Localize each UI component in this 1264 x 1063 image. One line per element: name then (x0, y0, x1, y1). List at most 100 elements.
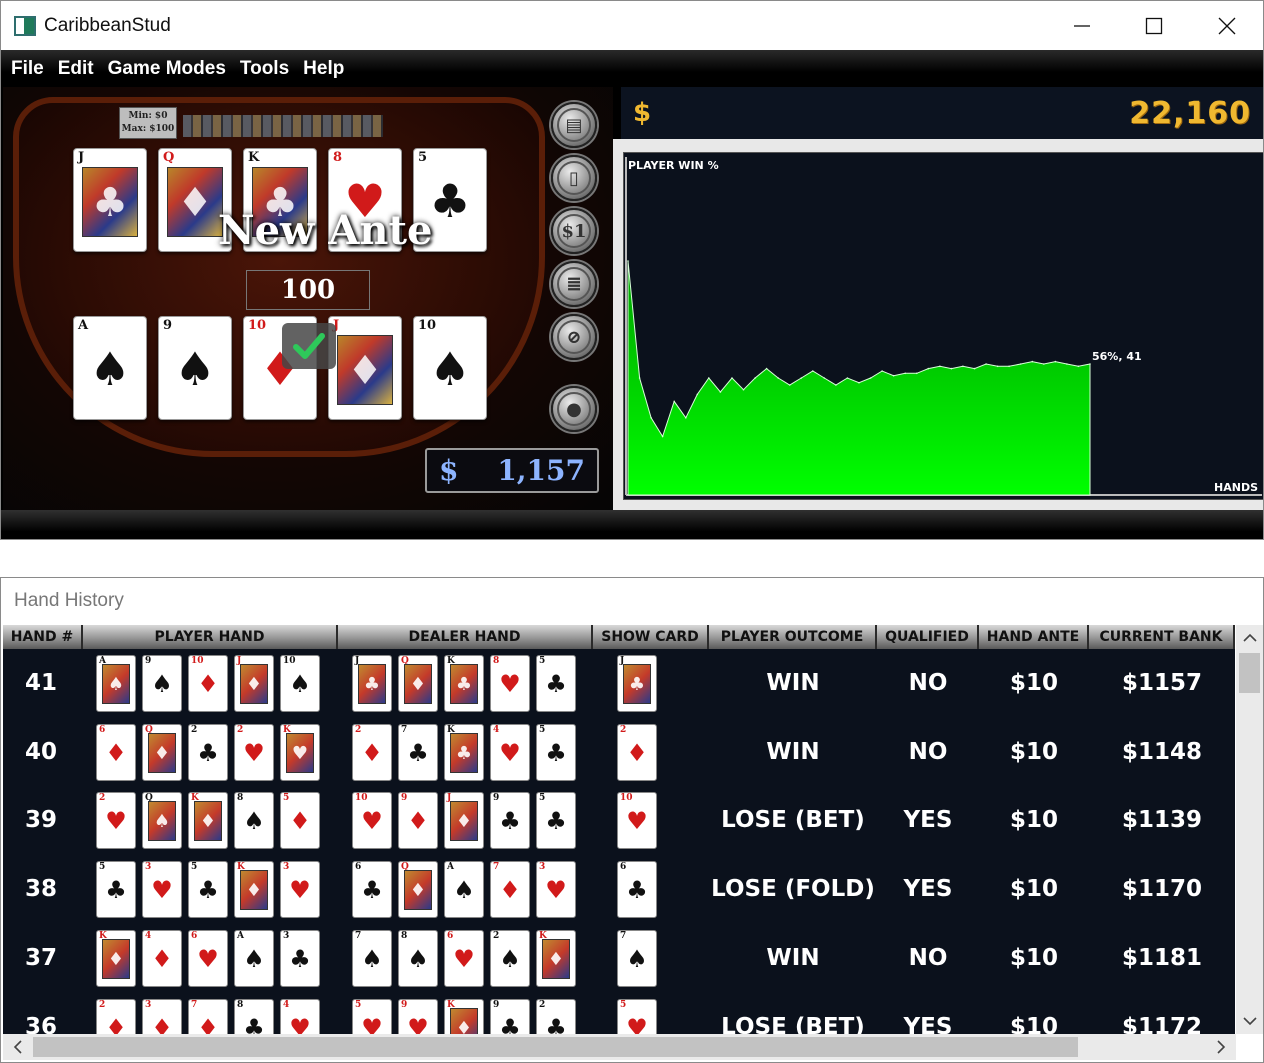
chart-point (812, 370, 814, 372)
chart-point (708, 377, 710, 379)
col-qualified[interactable]: QUALIFIED (877, 625, 979, 649)
dealer-card: J ♣ (73, 148, 147, 252)
mini-card-rank: 9 (493, 999, 500, 1010)
chart-point (996, 365, 999, 368)
mini-card-rank: 10 (355, 793, 368, 804)
mini-card-suit: ♥ (289, 1013, 311, 1035)
chart-point (696, 393, 699, 396)
table-row[interactable]: 40 WIN NO $10 $1148 6 ♦ Q ♦ 2 ♣ 2 ♥ K ♥ 2 ♦ 7 ♣ K ♣ 4 ♥ 5 ♣ 2 ♦ (3, 718, 1235, 786)
ante-cell: $10 (1009, 1013, 1058, 1035)
chart-title: PLAYER WIN % (628, 159, 719, 172)
mini-card-suit: ♣ (545, 738, 567, 767)
mini-card-rank: 5 (283, 793, 290, 804)
mini-card: 9 ♦ (398, 792, 438, 850)
mini-card-suit: ♦ (289, 807, 311, 836)
bet-one-button[interactable]: $1 (551, 208, 597, 254)
chart-point (1066, 363, 1068, 365)
chart-point (1089, 363, 1091, 365)
scroll-down-button[interactable] (1236, 1010, 1263, 1032)
mini-card: J ♦ (444, 792, 484, 850)
menu-edit[interactable]: Edit (58, 58, 94, 80)
mini-card-suit: ♥ (499, 738, 521, 767)
mini-card-suit: ♠ (148, 801, 176, 842)
mini-card-suit: ♥ (151, 876, 173, 905)
confirm-ante-button[interactable] (282, 323, 336, 369)
mini-card: 10 ♦ (188, 655, 228, 712)
mini-card-suit: ♦ (105, 738, 127, 767)
chart-point (765, 367, 768, 370)
mini-card-suit: ♠ (243, 807, 265, 836)
chip-stack-button[interactable]: ≣ (551, 261, 597, 307)
menu-help[interactable]: Help (303, 58, 344, 80)
mini-card-suit: ♠ (453, 876, 475, 905)
deal-button[interactable]: ▤ (551, 102, 597, 148)
col-hand-number[interactable]: HAND # (3, 625, 83, 649)
scroll-right-button[interactable] (1208, 1034, 1234, 1060)
show-card-button[interactable]: ▯ (551, 155, 597, 201)
col-hand-ante[interactable]: HAND ANTE (979, 625, 1089, 649)
minimize-button[interactable] (1046, 1, 1118, 50)
col-dealer-hand[interactable]: DEALER HAND (338, 625, 593, 649)
mini-card: 2 ♦ (352, 723, 392, 781)
card-rank: Q (163, 150, 175, 165)
col-player-outcome[interactable]: PLAYER OUTCOME (709, 625, 877, 649)
mini-card: 2 ♣ (188, 723, 228, 781)
col-current-bank[interactable]: CURRENT BANK (1089, 625, 1235, 649)
scroll-up-button[interactable] (1236, 627, 1263, 649)
chevron-down-icon (1242, 1017, 1257, 1026)
mini-card: 8 ♣ (234, 998, 274, 1034)
horizontal-scrollbar[interactable] (3, 1034, 1236, 1060)
mini-card: 3 ♦ (142, 998, 182, 1034)
mini-card-suit: ♠ (243, 944, 265, 973)
table-row[interactable]: 38 LOSE (FOLD) YES $10 $1170 5 ♣ 3 ♥ 5 ♣ K ♦ 3 ♥ 6 ♣ Q ♦ A ♠… (3, 855, 1235, 923)
ante-input[interactable]: 100 (246, 270, 370, 310)
mini-card-rank: 2 (620, 724, 627, 735)
horizontal-scroll-thumb[interactable] (33, 1037, 1078, 1057)
mini-card-suit: ♥ (243, 738, 265, 767)
coin-button[interactable]: ● (551, 386, 597, 432)
outcome-cell: WIN (766, 944, 820, 971)
chip-rack (183, 115, 383, 137)
mini-card: 5 ♥ (617, 998, 657, 1034)
new-ante-label: New Ante (218, 207, 433, 254)
col-show-card[interactable]: SHOW CARD (593, 625, 709, 649)
table-row[interactable]: 41 WIN NO $10 $1157 A ♠ 9 ♠ 10 ♦ J ♦ 10 ♠ J ♣ Q ♦ K ♣ 8 ♥ 5 ♣ J ♣ (3, 649, 1235, 717)
mini-card-rank: 2 (493, 930, 500, 941)
mini-card-suit: ♥ (407, 1013, 429, 1035)
no-bet-button[interactable]: ⊘ (551, 314, 597, 360)
mini-card-suit: ♣ (450, 664, 478, 704)
mini-card-rank: 6 (355, 862, 362, 873)
close-button[interactable] (1191, 1, 1263, 50)
mini-card-rank: 2 (99, 999, 106, 1010)
mini-card-rank: 10 (283, 656, 296, 666)
chart-point (973, 367, 976, 370)
no-bet-icon: ⊘ (557, 320, 591, 354)
hand-number-cell: 39 (24, 807, 57, 834)
outcome-cell: LOSE (BET) (721, 807, 865, 834)
vertical-scrollbar[interactable] (1236, 625, 1263, 1034)
mini-card-suit: ♥ (453, 944, 475, 973)
table-row[interactable]: 39 LOSE (BET) YES $10 $1139 2 ♥ Q ♠ K ♦ 8 ♠ 5 ♦ 10 ♥ 9 ♦ J ♦… (3, 786, 1235, 854)
mini-card-suit: ♦ (102, 938, 130, 979)
scroll-left-button[interactable] (5, 1034, 31, 1060)
vertical-scroll-thumb[interactable] (1239, 653, 1260, 693)
table-row[interactable]: 37 WIN NO $10 $1181 K ♦ 4 ♦ 6 ♥ A ♠ 3 ♣ 7 ♠ 8 ♠ 6 ♥ 2 ♠ K ♦ 7 ♠ (3, 924, 1235, 992)
card-rank: K (248, 150, 260, 165)
mini-card-suit: ♥ (105, 807, 127, 836)
chart-point (835, 384, 837, 386)
table-row[interactable]: 36 LOSE (BET) YES $10 $1172 2 ♦ 3 ♦ 7 ♦ 8 ♣ 4 ♥ 5 ♥ 9 ♥ K ♦ 9… (3, 993, 1235, 1035)
menu-game-modes[interactable]: Game Modes (108, 58, 226, 80)
menu-tools[interactable]: Tools (240, 58, 289, 80)
history-table-header: HAND # PLAYER HAND DEALER HAND SHOW CARD… (3, 625, 1235, 649)
col-player-hand[interactable]: PLAYER HAND (83, 625, 338, 649)
mini-card-rank: 3 (283, 930, 290, 941)
one-dollar-icon: $1 (557, 214, 591, 248)
mini-card: 3 ♥ (536, 861, 576, 919)
menu-file[interactable]: File (11, 58, 44, 80)
mini-card-suit: ♦ (240, 664, 268, 704)
maximize-button[interactable] (1118, 1, 1190, 50)
player-win-chart: PLAYER WIN % HANDS 56%, 41 (623, 152, 1263, 500)
chart-point (892, 374, 895, 377)
card-suit: ♦ (337, 335, 393, 405)
mini-card-rank: 2 (355, 724, 362, 735)
